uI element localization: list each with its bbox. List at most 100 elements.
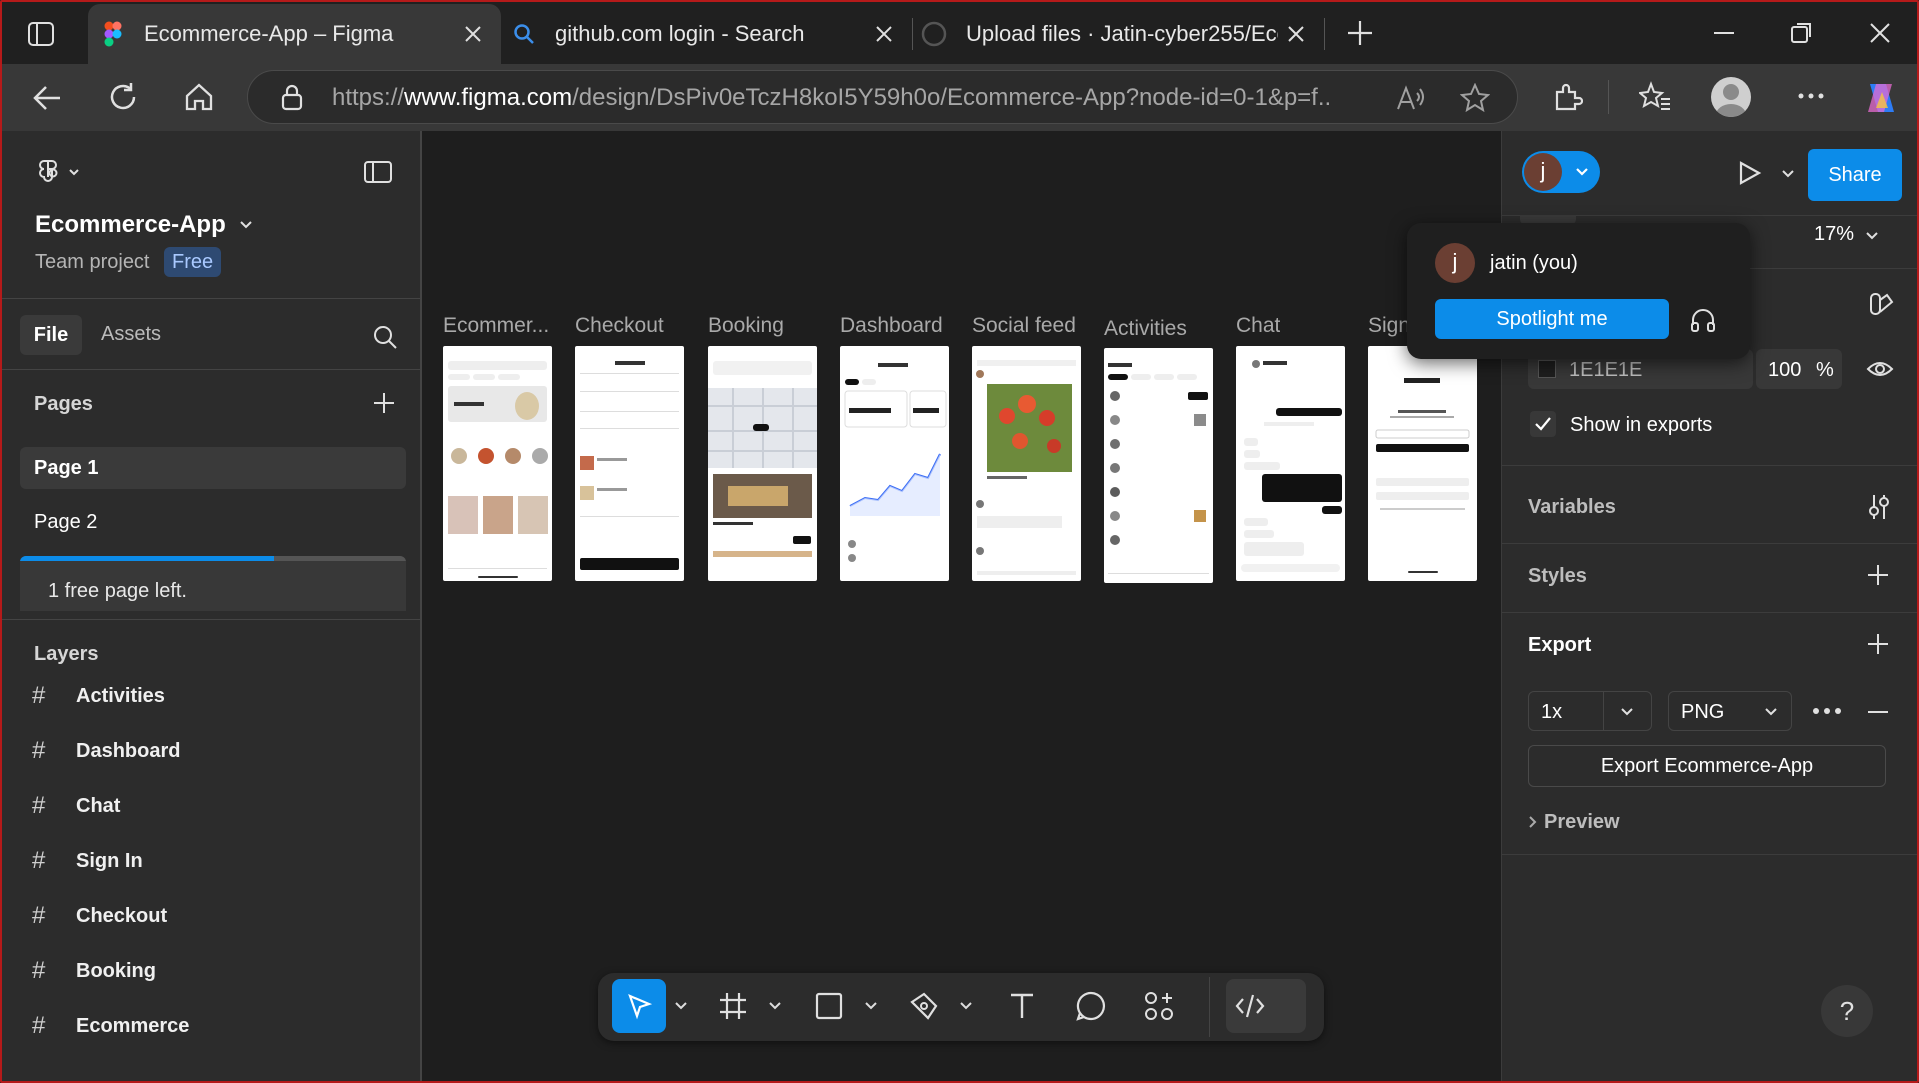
present-icon[interactable]	[1736, 160, 1762, 186]
show-in-exports-checkbox[interactable]	[1530, 411, 1556, 437]
frame-label[interactable]: Dashboard	[840, 314, 943, 338]
actions-tool-icon[interactable]	[1132, 979, 1186, 1033]
add-export-icon[interactable]	[1866, 632, 1890, 656]
tab-github[interactable]: Upload files · Jatin-cyber255/Ecom	[913, 4, 1324, 64]
layer-item[interactable]: # Activities	[32, 676, 165, 716]
color-swatch[interactable]	[1538, 360, 1556, 378]
layer-item[interactable]: # Booking	[32, 951, 156, 991]
add-style-icon[interactable]	[1866, 563, 1890, 587]
layer-label: Booking	[76, 959, 156, 982]
tab-figma[interactable]: Ecommerce-App – Figma	[88, 4, 501, 64]
fill-hex[interactable]: 1E1E1E	[1569, 359, 1642, 382]
comment-tool-icon[interactable]	[1064, 979, 1118, 1033]
rectangle-tool-icon[interactable]	[802, 979, 856, 1033]
plan-badge[interactable]: Free	[164, 247, 222, 277]
frame-label[interactable]: Booking	[708, 314, 784, 338]
text-tool-icon[interactable]	[995, 979, 1049, 1033]
layer-item[interactable]: # Checkout	[32, 896, 167, 936]
chevron-down-icon[interactable]	[238, 218, 254, 232]
frame-thumbnail-ecommerce[interactable]	[443, 346, 552, 581]
headphones-icon[interactable]	[1690, 307, 1716, 333]
frame-tool-icon[interactable]	[706, 979, 760, 1033]
frame-thumbnail-chat[interactable]	[1236, 346, 1345, 581]
variables-settings-icon[interactable]	[1866, 493, 1892, 521]
export-scale-select[interactable]: 1x	[1528, 691, 1652, 731]
tab-assets[interactable]: Assets	[101, 323, 161, 346]
chevron-down-icon[interactable]	[672, 979, 690, 1033]
project-name[interactable]: Ecommerce-App	[35, 211, 226, 239]
canvas[interactable]: Ecommer... Checkout Booking Dashboard So…	[422, 131, 1501, 1081]
frame-icon: #	[32, 902, 46, 929]
read-aloud-icon[interactable]	[1396, 85, 1424, 111]
url-field[interactable]: https://www.figma.com/design/DsPiv0eTczH…	[247, 70, 1518, 124]
chevron-down-icon[interactable]	[1780, 167, 1796, 181]
share-button[interactable]: Share	[1808, 149, 1902, 201]
page-item[interactable]: Page 2	[34, 511, 97, 534]
frame-thumbnail-checkout[interactable]	[575, 346, 684, 581]
dev-mode-toggle[interactable]	[1226, 979, 1306, 1033]
help-button[interactable]: ?	[1821, 985, 1873, 1037]
chevron-down-icon[interactable]	[957, 979, 975, 1033]
close-window-icon[interactable]	[1868, 21, 1892, 45]
more-options-icon[interactable]	[1797, 92, 1825, 100]
tab-search[interactable]: github.com login - Search	[501, 4, 912, 64]
lock-icon[interactable]	[280, 84, 304, 112]
frame-thumbnail-social-feed[interactable]	[972, 346, 1081, 581]
restore-icon[interactable]	[1790, 21, 1814, 45]
frame-label[interactable]: Social feed	[972, 314, 1076, 338]
export-format-select[interactable]: PNG	[1668, 691, 1792, 731]
preview-label[interactable]: Preview	[1544, 811, 1620, 834]
chevron-down-icon[interactable]	[1864, 229, 1880, 243]
new-tab-icon[interactable]	[1346, 19, 1374, 47]
favorites-icon[interactable]	[1639, 81, 1671, 111]
page-item-selected[interactable]: Page 1	[20, 447, 406, 489]
extensions-icon[interactable]	[1553, 82, 1583, 112]
layer-item[interactable]: # Dashboard	[32, 731, 180, 771]
copilot-icon[interactable]	[1862, 78, 1902, 118]
team-label: Team project	[35, 251, 150, 273]
close-tab-icon[interactable]	[872, 22, 896, 46]
fill-opacity-field[interactable]: 100 %	[1756, 349, 1842, 389]
figma-menu-icon[interactable]	[38, 157, 84, 187]
spotlight-button[interactable]: Spotlight me	[1435, 299, 1669, 339]
profile-avatar[interactable]	[1711, 77, 1751, 117]
fill-opacity[interactable]: 100	[1768, 359, 1801, 382]
move-tool-icon[interactable]	[612, 979, 666, 1033]
layer-label: Chat	[76, 794, 121, 817]
tab-actions-icon[interactable]	[28, 22, 54, 46]
zoom-level[interactable]: 17%	[1814, 223, 1854, 246]
more-options-icon[interactable]	[1812, 707, 1842, 715]
layer-item[interactable]: # Ecommerce	[32, 1006, 189, 1046]
export-button[interactable]: Export Ecommerce-App	[1528, 745, 1886, 787]
layer-item[interactable]: # Sign In	[32, 841, 143, 881]
layer-item[interactable]: # Chat	[32, 786, 120, 826]
favorite-star-icon[interactable]	[1460, 83, 1490, 113]
layer-label: Dashboard	[76, 739, 181, 762]
frame-thumbnail-dashboard[interactable]	[840, 346, 949, 581]
home-icon[interactable]	[184, 82, 214, 112]
close-tab-icon[interactable]	[461, 22, 485, 46]
back-icon[interactable]	[32, 84, 62, 112]
frame-thumbnail-booking[interactable]	[708, 346, 817, 581]
refresh-icon[interactable]	[108, 82, 138, 112]
frame-label[interactable]: Checkout	[575, 314, 664, 338]
chevron-right-icon[interactable]	[1526, 814, 1540, 830]
multiplayer-avatar-button[interactable]: j	[1522, 151, 1600, 193]
chevron-down-icon[interactable]	[766, 979, 784, 1033]
add-page-icon[interactable]	[372, 391, 396, 415]
toggle-sidebar-icon[interactable]	[364, 161, 392, 183]
frame-label[interactable]: Chat	[1236, 314, 1280, 338]
close-tab-icon[interactable]	[1284, 22, 1308, 46]
chevron-down-icon[interactable]	[862, 979, 880, 1033]
tab-file[interactable]: File	[20, 315, 82, 355]
frame-thumbnail-sign-in[interactable]	[1368, 346, 1477, 581]
color-styles-icon[interactable]	[1868, 291, 1894, 317]
remove-export-icon[interactable]	[1866, 710, 1890, 714]
minimize-icon[interactable]	[1712, 21, 1736, 45]
search-icon[interactable]	[372, 324, 398, 350]
pen-tool-icon[interactable]	[897, 979, 951, 1033]
frame-thumbnail-activities[interactable]	[1104, 348, 1213, 583]
frame-label[interactable]: Ecommer...	[443, 314, 553, 338]
eye-icon[interactable]	[1866, 357, 1894, 381]
frame-label[interactable]: Activities	[1104, 317, 1187, 341]
